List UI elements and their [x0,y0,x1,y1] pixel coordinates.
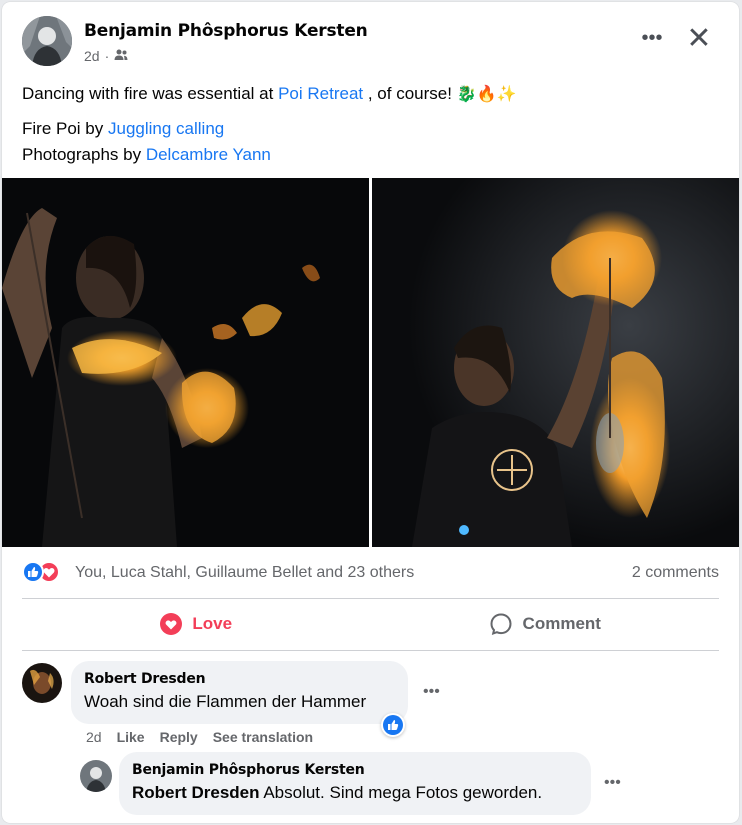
author-name[interactable]: Benjamin Phôsphorus Kersten [84,21,368,41]
reaction-icons[interactable] [22,561,60,583]
post-time[interactable]: 2d [84,48,100,64]
love-label: Love [192,614,233,633]
delcambre-yann-link[interactable]: Delcambre Yann [146,145,271,164]
post-text-line-3: Photographs by Delcambre Yann [22,142,516,168]
like-icon[interactable] [22,561,44,583]
author-avatar[interactable] [22,16,72,66]
reactions-bar: You, Luca Stahl, Guillaume Bellet and 23… [22,560,719,590]
post-text-lead: Dancing with fire was essential at [22,84,274,103]
reply-author[interactable]: Benjamin Phôsphorus Kersten [132,761,578,779]
post-card: Benjamin Phôsphorus Kersten 2d · ••• ✕ D… [2,2,739,823]
divider [22,650,719,651]
comment-2: Benjamin Phôsphorus Kersten Robert Dresd… [80,752,720,816]
post-text-tail: , of course! [367,84,452,103]
post-text-line-2: Fire Poi by Juggling calling [22,116,516,142]
post-emojis: 🐉🔥✨ [456,86,517,103]
photo-grid [2,178,739,547]
comment-1: Robert Dresden Woah sind die Flammen der… [22,661,722,746]
love-button[interactable]: Love [22,602,371,646]
reply-author-avatar[interactable] [80,760,112,792]
fire-poi-photo-2[interactable] [372,178,739,547]
reply-text: Robert Dresden Absolut. Sind mega Fotos … [132,781,578,804]
divider [22,598,719,599]
meta-separator: · [104,48,110,64]
friends-icon[interactable] [114,48,128,64]
more-options-button[interactable]: ••• [637,28,667,54]
comment-button[interactable]: Comment [371,602,720,646]
post-text: Dancing with fire was essential at Poi R… [22,81,516,168]
comment-author[interactable]: Robert Dresden [84,670,395,688]
close-icon[interactable]: ✕ [679,20,719,60]
comment-reply-button[interactable]: Reply [160,729,198,745]
reply-bubble: Benjamin Phôsphorus Kersten Robert Dresd… [119,752,591,815]
juggling-calling-link[interactable]: Juggling calling [108,119,224,138]
like-icon [388,720,399,730]
fire-poi-photo-1[interactable] [2,178,369,547]
comment-count[interactable]: 2 comments [632,564,719,582]
comment-bubble: Robert Dresden Woah sind die Flammen der… [71,661,408,724]
post-meta: 2d · [84,48,128,64]
post-text-line-1: Dancing with fire was essential at Poi R… [22,81,516,108]
comment-like-button[interactable]: Like [117,729,145,745]
comment-icon [490,613,512,636]
commenter-avatar[interactable] [22,663,62,703]
reply-mention[interactable]: Robert Dresden [132,783,260,802]
fire-poi-label: Fire Poi by [22,119,104,138]
comment-time[interactable]: 2d [86,729,102,745]
comment-more-button[interactable]: ••• [423,683,440,701]
comment-like-badge[interactable] [381,713,405,737]
reply-more-button[interactable]: ••• [604,774,621,792]
comment-text: Woah sind die Flammen der Hammer [84,692,367,711]
photographs-label: Photographs by [22,145,142,164]
post-actions: Love Comment [22,602,719,646]
comment-label: Comment [522,614,601,633]
reply-body: Absolut. Sind mega Fotos geworden. [263,783,543,802]
love-icon [160,613,183,635]
see-translation-button[interactable]: See translation [213,729,313,745]
post-header: Benjamin Phôsphorus Kersten 2d · ••• ✕ [22,16,719,76]
comment-actions: 2d Like Reply See translation [86,729,313,745]
poi-retreat-link[interactable]: Poi Retreat [278,84,363,103]
reaction-summary[interactable]: You, Luca Stahl, Guillaume Bellet and 23… [75,564,414,582]
